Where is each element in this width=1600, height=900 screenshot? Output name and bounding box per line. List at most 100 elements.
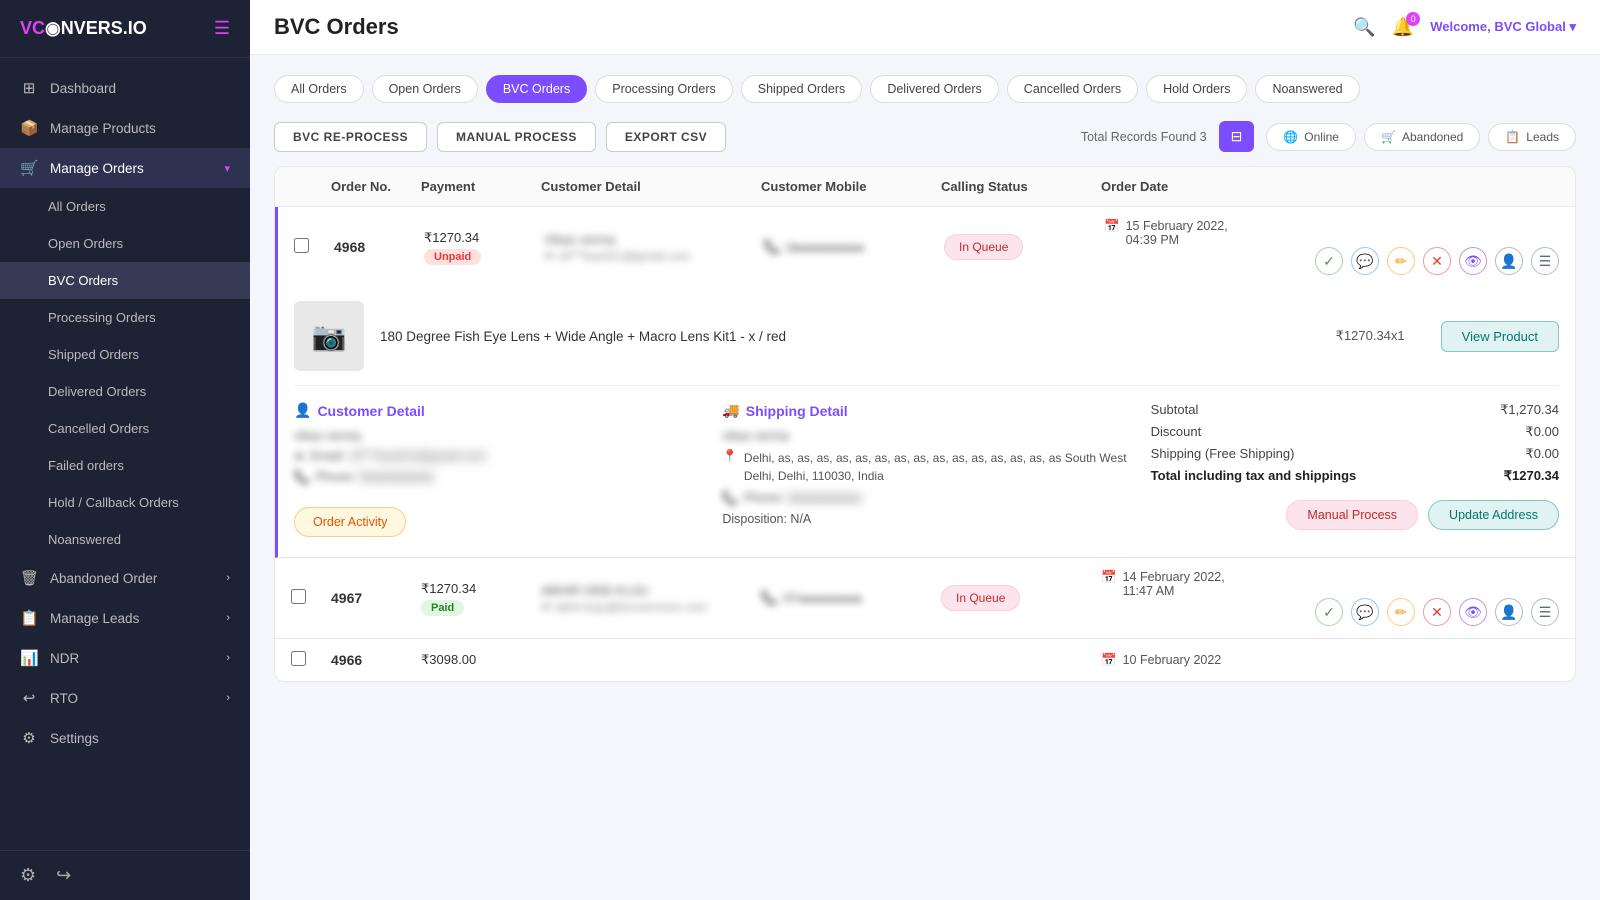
- order-row-wrapper: 4966 ₹3098.00 📅 10 February 2022: [275, 639, 1575, 681]
- orders-table: Order No. Payment Customer Detail Custom…: [274, 166, 1576, 682]
- list-icon[interactable]: ☰: [1531, 598, 1559, 626]
- user-icon[interactable]: 👤: [1495, 247, 1523, 275]
- delete-icon[interactable]: ✕: [1423, 598, 1451, 626]
- action-buttons-bottom: Manual Process Update Address: [1151, 500, 1559, 530]
- toolbar-left: BVC RE-PROCESS MANUAL PROCESS EXPORT CSV: [274, 122, 726, 152]
- order-number: 4966: [331, 652, 421, 668]
- footer-settings-icon[interactable]: ⚙: [20, 865, 36, 886]
- shipping-detail-section: 🚚 Shipping Detail vikas verma 📍 Delhi, a…: [722, 402, 1130, 537]
- sidebar-item-manage-products[interactable]: 📦 Manage Products: [0, 108, 250, 148]
- sidebar-item-delivered-orders[interactable]: Delivered Orders: [0, 373, 250, 410]
- products-icon: 📦: [20, 119, 38, 137]
- row-checkbox[interactable]: [291, 589, 331, 607]
- status-badge: In Queue: [941, 585, 1020, 611]
- edit-icon[interactable]: ✏: [1387, 247, 1415, 275]
- sidebar-item-open-orders[interactable]: Open Orders: [0, 225, 250, 262]
- customer-detail-section: 👤 Customer Detail vikas verma ✉ Email: v…: [294, 402, 702, 537]
- hamburger-icon[interactable]: ☰: [214, 18, 230, 39]
- sidebar-item-label: BVC Orders: [48, 273, 118, 288]
- tab-delivered-orders[interactable]: Delivered Orders: [870, 75, 998, 103]
- chevron-right-icon: ›: [226, 572, 230, 584]
- tab-all-orders[interactable]: All Orders: [274, 75, 364, 103]
- sidebar-item-shipped-orders[interactable]: Shipped Orders: [0, 336, 250, 373]
- export-csv-button[interactable]: EXPORT CSV: [606, 122, 726, 152]
- order-date-cell: 📅 14 February 2022, 11:47 AM ✓ 💬 ✏ ✕ 👁: [1101, 570, 1559, 626]
- customer-mobile: 📞 9●●●●●●●●●: [764, 239, 944, 255]
- row-checkbox[interactable]: [291, 651, 331, 669]
- channel-online[interactable]: 🌐 Online: [1266, 123, 1356, 151]
- product-row: 📷 180 Degree Fish Eye Lens + Wide Angle …: [294, 287, 1559, 386]
- view-icon[interactable]: 👁: [1459, 598, 1487, 626]
- customer-detail-cell: Vikas verma ✉ vif***kau021@gmail.com: [544, 232, 764, 263]
- view-product-button[interactable]: View Product: [1441, 321, 1559, 352]
- sidebar-item-manage-orders[interactable]: 🛒 Manage Orders ▾: [0, 148, 250, 188]
- delete-icon[interactable]: ✕: [1423, 247, 1451, 275]
- tab-processing-orders[interactable]: Processing Orders: [595, 75, 733, 103]
- approve-icon[interactable]: ✓: [1315, 598, 1343, 626]
- sidebar-item-cancelled-orders[interactable]: Cancelled Orders: [0, 410, 250, 447]
- footer-logout-icon[interactable]: ↪: [56, 865, 71, 886]
- manual-process-button[interactable]: MANUAL PROCESS: [437, 122, 596, 152]
- disposition: Disposition: N/A: [722, 512, 1130, 526]
- tab-noanswered[interactable]: Noanswered: [1255, 75, 1359, 103]
- chevron-right-icon: ›: [226, 692, 230, 704]
- calling-status-cell: In Queue: [944, 234, 1104, 260]
- chat-icon[interactable]: 💬: [1351, 247, 1379, 275]
- rto-icon: ↩: [20, 689, 38, 707]
- tab-cancelled-orders[interactable]: Cancelled Orders: [1007, 75, 1138, 103]
- sidebar-logo: VC◉NVERS.IO ☰: [0, 0, 250, 58]
- chat-icon[interactable]: 💬: [1351, 598, 1379, 626]
- order-activity-button[interactable]: Order Activity: [294, 507, 406, 537]
- channel-abandoned[interactable]: 🛒 Abandoned: [1364, 123, 1480, 151]
- tab-pills: All Orders Open Orders BVC Orders Proces…: [274, 75, 1576, 103]
- table-row: 4967 ₹1270.34 Paid ABHIR DEB KUJU ✉ abhi…: [275, 558, 1575, 638]
- view-icon[interactable]: 👁: [1459, 247, 1487, 275]
- update-address-button[interactable]: Update Address: [1428, 500, 1559, 530]
- sidebar-item-dashboard[interactable]: ⊞ Dashboard: [0, 68, 250, 108]
- list-icon[interactable]: ☰: [1531, 247, 1559, 275]
- manual-process-bottom-button[interactable]: Manual Process: [1286, 500, 1418, 530]
- subtotal-row: Subtotal ₹1,270.34: [1151, 402, 1559, 418]
- row-checkbox[interactable]: [294, 238, 334, 256]
- sidebar-item-all-orders[interactable]: All Orders: [0, 188, 250, 225]
- sidebar-item-rto[interactable]: ↩ RTO ›: [0, 678, 250, 718]
- order-no-header: Order No.: [331, 179, 421, 194]
- phone-icon: 📞: [761, 590, 777, 606]
- sidebar-item-bvc-orders[interactable]: BVC Orders: [0, 262, 250, 299]
- calling-status-cell: In Queue: [941, 585, 1101, 611]
- tab-shipped-orders[interactable]: Shipped Orders: [741, 75, 863, 103]
- channel-leads[interactable]: 📋 Leads: [1488, 123, 1576, 151]
- payment-amount: ₹3098.00: [421, 652, 541, 668]
- table-row: 4966 ₹3098.00 📅 10 February 2022: [275, 639, 1575, 681]
- search-icon[interactable]: 🔍: [1353, 17, 1375, 38]
- tab-open-orders[interactable]: Open Orders: [372, 75, 478, 103]
- sidebar-item-label: Hold / Callback Orders: [48, 495, 179, 510]
- notification-icon[interactable]: 🔔 0: [1392, 17, 1414, 38]
- sidebar-item-failed-orders[interactable]: Failed orders: [0, 447, 250, 484]
- bvc-reprocess-button[interactable]: BVC RE-PROCESS: [274, 122, 427, 152]
- phone-icon2: 📞: [294, 470, 310, 485]
- phone-icon3: 📞: [722, 491, 738, 506]
- phone-icon: 📞: [764, 239, 780, 255]
- dropdown-icon[interactable]: ▾: [1569, 19, 1576, 34]
- tab-hold-orders[interactable]: Hold Orders: [1146, 75, 1247, 103]
- payment-amount: ₹1270.34: [424, 230, 544, 246]
- approve-icon[interactable]: ✓: [1315, 247, 1343, 275]
- sidebar-item-ndr[interactable]: 📊 NDR ›: [0, 638, 250, 678]
- filter-button[interactable]: ⊟: [1219, 121, 1255, 152]
- user-icon[interactable]: 👤: [1495, 598, 1523, 626]
- order-date-header: Order Date: [1101, 179, 1559, 194]
- edit-icon[interactable]: ✏: [1387, 598, 1415, 626]
- product-image: 📷: [294, 301, 364, 371]
- sidebar-item-hold-orders[interactable]: Hold / Callback Orders: [0, 484, 250, 521]
- sidebar-item-label: Noanswered: [48, 532, 121, 547]
- dashboard-icon: ⊞: [20, 79, 38, 97]
- sidebar-item-settings[interactable]: ⚙ Settings: [0, 718, 250, 758]
- sidebar-item-noanswered[interactable]: Noanswered: [0, 521, 250, 558]
- sidebar-item-abandoned-order[interactable]: 🗑 Abandoned Order ›: [0, 558, 250, 598]
- sidebar-item-manage-leads[interactable]: 📋 Manage Leads ›: [0, 598, 250, 638]
- sidebar-item-label: Processing Orders: [48, 310, 156, 325]
- tab-bvc-orders[interactable]: BVC Orders: [486, 75, 587, 103]
- customer-phone-detail: 📞 Phone: 9●●●●●●●●●: [294, 470, 702, 485]
- sidebar-item-processing-orders[interactable]: Processing Orders: [0, 299, 250, 336]
